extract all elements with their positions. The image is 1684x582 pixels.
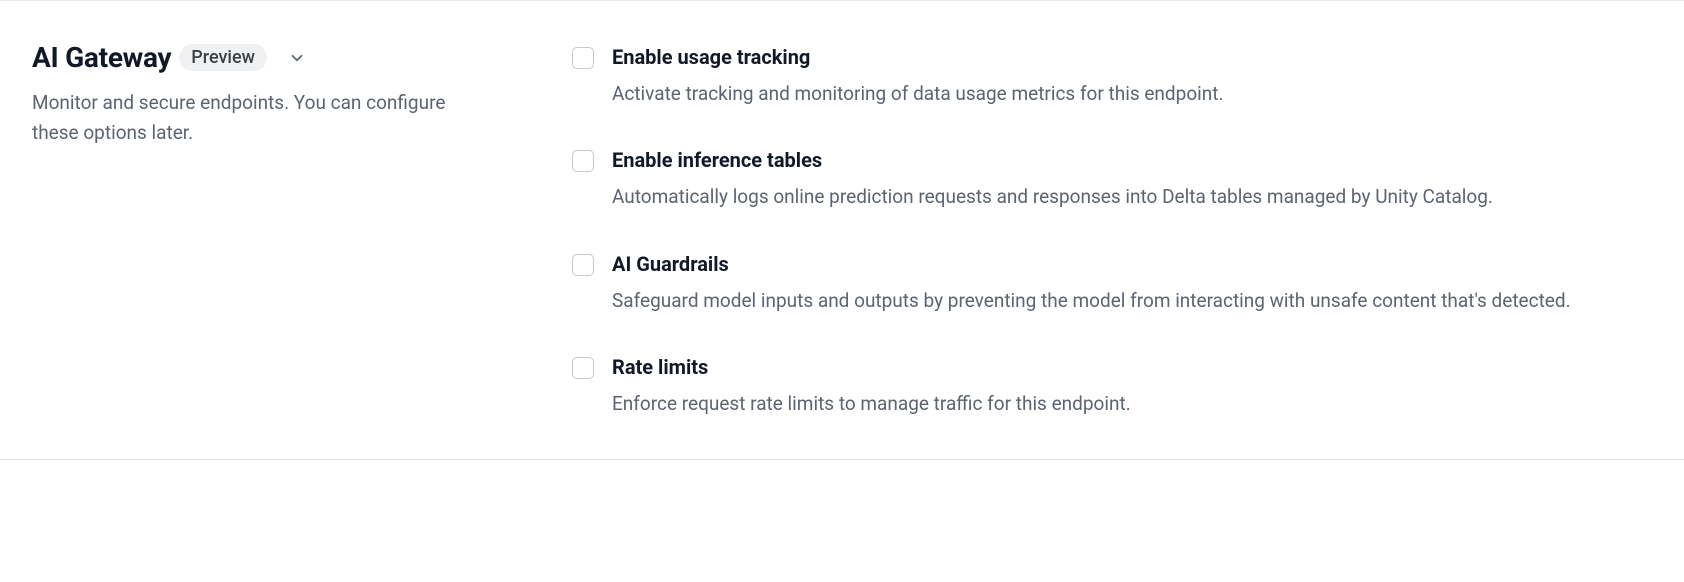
- section-header-row: AI Gateway Preview: [32, 41, 472, 74]
- section-description: Monitor and secure endpoints. You can co…: [32, 88, 472, 149]
- option-text: Rate limits Enforce request rate limits …: [612, 355, 1652, 418]
- chevron-down-icon: [288, 49, 306, 67]
- option-text: Enable usage tracking Activate tracking …: [612, 45, 1652, 108]
- option-text: AI Guardrails Safeguard model inputs and…: [612, 252, 1652, 315]
- checkbox-inference-tables[interactable]: [572, 150, 594, 172]
- checkbox-usage-tracking[interactable]: [572, 47, 594, 69]
- option-description: Enforce request rate limits to manage tr…: [612, 389, 1592, 418]
- option-title: Enable inference tables: [612, 148, 1652, 172]
- option-inference-tables: Enable inference tables Automatically lo…: [572, 148, 1652, 211]
- option-ai-guardrails: AI Guardrails Safeguard model inputs and…: [572, 252, 1652, 315]
- options-column: Enable usage tracking Activate tracking …: [572, 41, 1652, 419]
- preview-badge: Preview: [179, 44, 267, 72]
- option-rate-limits: Rate limits Enforce request rate limits …: [572, 355, 1652, 418]
- option-description: Activate tracking and monitoring of data…: [612, 79, 1592, 108]
- checkbox-rate-limits[interactable]: [572, 357, 594, 379]
- section-title: AI Gateway: [32, 41, 171, 74]
- ai-gateway-section: AI Gateway Preview Monitor and secure en…: [0, 0, 1684, 460]
- option-usage-tracking: Enable usage tracking Activate tracking …: [572, 45, 1652, 108]
- option-description: Automatically logs online prediction req…: [612, 182, 1592, 211]
- option-description: Safeguard model inputs and outputs by pr…: [612, 286, 1592, 315]
- expand-toggle[interactable]: [283, 44, 311, 72]
- checkbox-ai-guardrails[interactable]: [572, 254, 594, 276]
- section-header-column: AI Gateway Preview Monitor and secure en…: [32, 41, 472, 419]
- option-title: Enable usage tracking: [612, 45, 1652, 69]
- option-title: AI Guardrails: [612, 252, 1652, 276]
- option-text: Enable inference tables Automatically lo…: [612, 148, 1652, 211]
- option-title: Rate limits: [612, 355, 1652, 379]
